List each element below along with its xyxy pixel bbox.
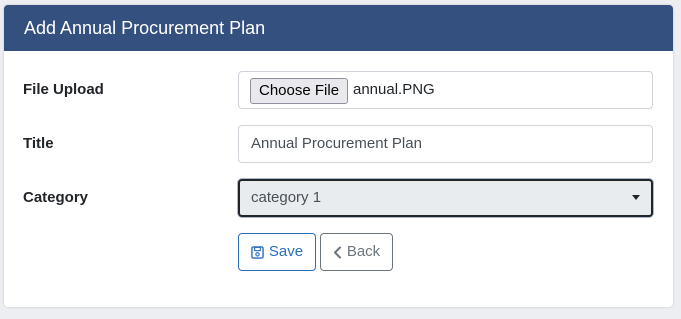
title-label: Title: [23, 135, 54, 152]
actions-row: Save Back: [4, 233, 673, 271]
file-upload-field[interactable]: Choose File annual.PNG: [238, 71, 653, 109]
category-selected-value: category 1: [251, 189, 322, 206]
title-input[interactable]: Annual Procurement Plan: [238, 125, 653, 163]
title-row: Title Annual Procurement Plan: [4, 125, 673, 163]
card-header: Add Annual Procurement Plan: [4, 5, 673, 51]
back-button-label: Back: [346, 243, 381, 260]
floppy-disk-icon: [251, 245, 264, 259]
choose-file-button[interactable]: Choose File: [250, 78, 349, 104]
add-plan-card: Add Annual Procurement Plan File Upload …: [4, 5, 673, 307]
page-title: Add Annual Procurement Plan: [24, 18, 266, 38]
back-button[interactable]: Back: [320, 233, 393, 271]
caret-down-icon: [632, 195, 640, 200]
selected-file-name: annual.PNG: [353, 81, 435, 98]
save-button-label: Save: [268, 243, 304, 260]
chevron-left-icon: [333, 246, 342, 259]
category-label: Category: [23, 189, 89, 206]
file-upload-row: File Upload Choose File annual.PNG: [4, 71, 673, 109]
category-select[interactable]: category 1: [238, 179, 653, 217]
save-button[interactable]: Save: [238, 233, 316, 271]
category-row: Category category 1: [4, 179, 673, 217]
file-upload-label: File Upload: [23, 81, 104, 98]
